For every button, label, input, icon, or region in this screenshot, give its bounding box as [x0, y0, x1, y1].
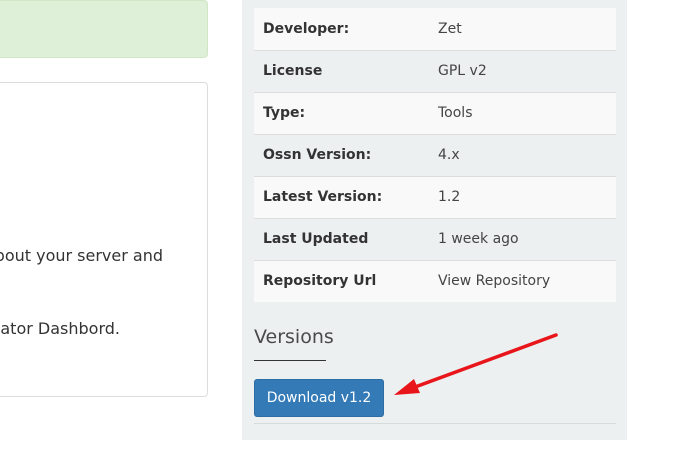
component-info-table: Developer: Zet License GPL v2 Type: Tool… [254, 8, 616, 302]
info-row-license: License GPL v2 [254, 49, 616, 92]
info-label: Latest Version: [254, 175, 429, 218]
info-value: 4.x [429, 133, 616, 176]
info-value: Zet [429, 8, 616, 50]
info-row-repository-url: Repository Url View Repository [254, 259, 616, 302]
info-label: Type: [254, 91, 429, 134]
info-row-type: Type: Tools [254, 91, 616, 134]
info-row-ossn-version: Ossn Version: 4.x [254, 133, 616, 176]
info-label: License [254, 49, 429, 92]
page: bout your server and ator Dashbord. Deve… [0, 0, 678, 455]
info-label: Last Updated [254, 217, 429, 260]
success-alert-box [0, 0, 208, 58]
versions-heading-underline [254, 360, 326, 361]
versions-divider [254, 423, 616, 424]
info-row-latest-version: Latest Version: 1.2 [254, 175, 616, 218]
info-value: GPL v2 [429, 49, 616, 92]
component-description-box: bout your server and ator Dashbord. [0, 82, 208, 397]
description-line-2: ator Dashbord. [0, 319, 120, 338]
description-line-1: bout your server and [0, 246, 163, 265]
info-label: Repository Url [254, 259, 429, 302]
view-repository-link[interactable]: View Repository [438, 273, 550, 289]
info-label: Ossn Version: [254, 133, 429, 176]
component-info-sidebar: Developer: Zet License GPL v2 Type: Tool… [242, 0, 627, 440]
download-button[interactable]: Download v1.2 [254, 379, 384, 417]
versions-heading: Versions [254, 326, 334, 348]
info-label: Developer: [254, 8, 429, 50]
info-row-developer: Developer: Zet [254, 8, 616, 50]
info-row-last-updated: Last Updated 1 week ago [254, 217, 616, 260]
info-value: 1 week ago [429, 217, 616, 260]
info-value: Tools [429, 91, 616, 134]
info-value: 1.2 [429, 175, 616, 218]
info-value-cell: View Repository [429, 259, 616, 302]
